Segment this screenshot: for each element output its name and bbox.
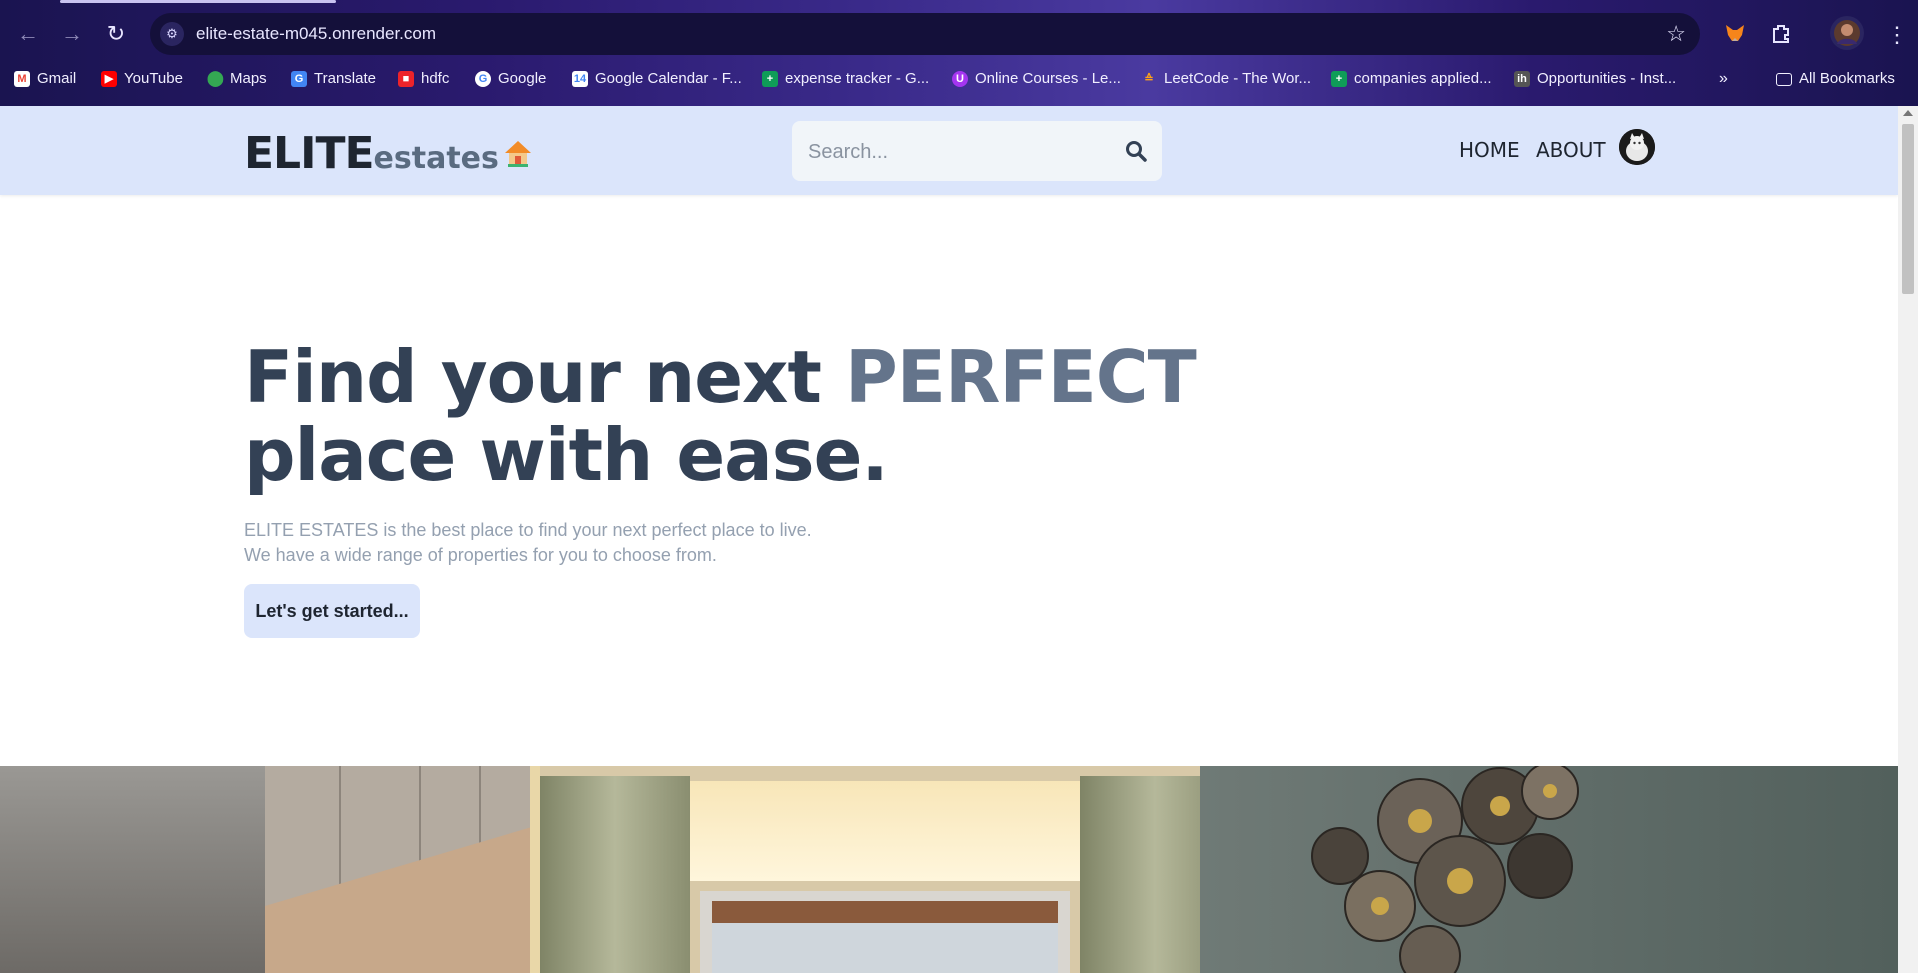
menu-icon[interactable]: ⋮ <box>1886 22 1908 48</box>
bookmarks-bar: M Gmail ▶ YouTube ⬤ Maps G Translate ■ h… <box>0 66 1918 96</box>
internshala-icon: ih <box>1514 70 1530 87</box>
youtube-icon: ▶ <box>101 70 117 87</box>
bookmark-opportunities[interactable]: ih Opportunities - Inst... <box>1514 70 1676 87</box>
hero-subtitle: ELITE ESTATES is the best place to find … <box>244 518 812 568</box>
scroll-up-icon[interactable] <box>1903 110 1913 116</box>
hero-banner-image <box>0 766 1898 973</box>
hero-title-part1: Find your next <box>244 335 845 419</box>
folder-icon <box>1776 73 1792 86</box>
hero-subtitle-line1: ELITE ESTATES is the best place to find … <box>244 520 812 540</box>
bookmark-companies-applied[interactable]: + companies applied... <box>1331 70 1492 87</box>
bookmark-label: Translate <box>314 70 376 87</box>
site-header: ELITEestates HOME ABOUT <box>0 106 1898 195</box>
bookmark-expense-tracker[interactable]: + expense tracker - G... <box>762 70 929 87</box>
bookmark-label: Opportunities - Inst... <box>1537 70 1677 87</box>
site-logo[interactable]: ELITEestates <box>244 128 533 179</box>
bookmark-maps[interactable]: ⬤ Maps <box>207 70 267 87</box>
bookmark-youtube[interactable]: ▶ YouTube <box>101 70 183 87</box>
bookmark-label: LeetCode - The Wor... <box>1164 70 1312 87</box>
hero-subtitle-line2: We have a wide range of properties for y… <box>244 545 717 565</box>
search-icon[interactable] <box>1124 139 1148 163</box>
bookmark-online-courses[interactable]: U Online Courses - Le... <box>952 70 1121 87</box>
bookmarks-overflow-icon[interactable]: » <box>1719 70 1728 88</box>
house-icon <box>503 138 533 168</box>
logo-sub-text: estates <box>373 141 499 176</box>
bookmark-label: Google <box>498 70 547 87</box>
bookmark-label: Maps <box>230 70 267 87</box>
scrollbar-thumb[interactable] <box>1902 124 1914 294</box>
user-avatar[interactable] <box>1619 129 1655 165</box>
bookmark-star-icon[interactable]: ☆ <box>1666 21 1686 47</box>
all-bookmarks-label: All Bookmarks <box>1799 70 1895 87</box>
hero-title: Find your next PERFECT place with ease. <box>244 335 1197 497</box>
bookmark-hdfc[interactable]: ■ hdfc <box>398 70 449 87</box>
calendar-icon: 14 <box>572 70 588 87</box>
browser-toolbar: ← → ↻ ⚙ elite-estate-m045.onrender.com ☆… <box>0 10 1918 58</box>
bookmark-label: companies applied... <box>1354 70 1492 87</box>
page-content: ELITEestates HOME ABOUT Find your next P… <box>0 106 1898 973</box>
reload-icon[interactable]: ↻ <box>104 22 128 46</box>
translate-icon: G <box>291 70 307 87</box>
hdfc-icon: ■ <box>398 70 414 87</box>
bookmark-translate[interactable]: G Translate <box>291 70 376 87</box>
bookmark-calendar[interactable]: 14 Google Calendar - F... <box>572 70 742 87</box>
profile-avatar[interactable] <box>1830 16 1864 50</box>
bookmark-label: hdfc <box>421 70 450 87</box>
site-info-icon[interactable]: ⚙ <box>160 22 184 46</box>
browser-chrome: ← → ↻ ⚙ elite-estate-m045.onrender.com ☆… <box>0 0 1918 106</box>
bookmark-label: Google Calendar - F... <box>595 70 742 87</box>
address-bar[interactable]: ⚙ elite-estate-m045.onrender.com ☆ <box>150 13 1700 55</box>
nav-about[interactable]: ABOUT <box>1536 138 1606 162</box>
sheets-icon: + <box>1331 70 1347 87</box>
hero-title-accent: PERFECT <box>844 335 1197 419</box>
sheets-icon: + <box>762 70 778 87</box>
metamask-extension-icon[interactable] <box>1724 22 1746 50</box>
nav-home[interactable]: HOME <box>1459 138 1520 162</box>
bookmark-gmail[interactable]: M Gmail <box>14 70 76 87</box>
get-started-button[interactable]: Let's get started... <box>244 584 420 638</box>
bookmark-label: YouTube <box>124 70 183 87</box>
gmail-icon: M <box>14 70 30 87</box>
bookmark-label: Gmail <box>37 70 77 87</box>
hero-title-part2: place with ease. <box>244 413 889 497</box>
extensions-icon[interactable] <box>1770 22 1792 50</box>
bookmark-leetcode[interactable]: ≙ LeetCode - The Wor... <box>1141 70 1311 87</box>
bookmark-label: expense tracker - G... <box>785 70 930 87</box>
all-bookmarks-folder[interactable]: All Bookmarks <box>1776 70 1895 87</box>
bookmark-label: Online Courses - Le... <box>975 70 1121 87</box>
udemy-icon: U <box>952 70 968 87</box>
maps-icon: ⬤ <box>207 69 224 87</box>
url-text[interactable]: elite-estate-m045.onrender.com <box>196 24 436 44</box>
page-scrollbar[interactable] <box>1898 106 1918 973</box>
google-icon: G <box>475 70 491 87</box>
leetcode-icon: ≙ <box>1144 72 1154 85</box>
active-tab-indicator <box>60 0 336 3</box>
search-bar <box>792 121 1162 181</box>
bookmark-google[interactable]: G Google <box>475 70 546 87</box>
search-input[interactable] <box>806 137 1110 167</box>
forward-icon[interactable]: → <box>60 22 84 46</box>
back-icon[interactable]: ← <box>16 22 40 46</box>
logo-main-text: ELITE <box>244 128 375 179</box>
